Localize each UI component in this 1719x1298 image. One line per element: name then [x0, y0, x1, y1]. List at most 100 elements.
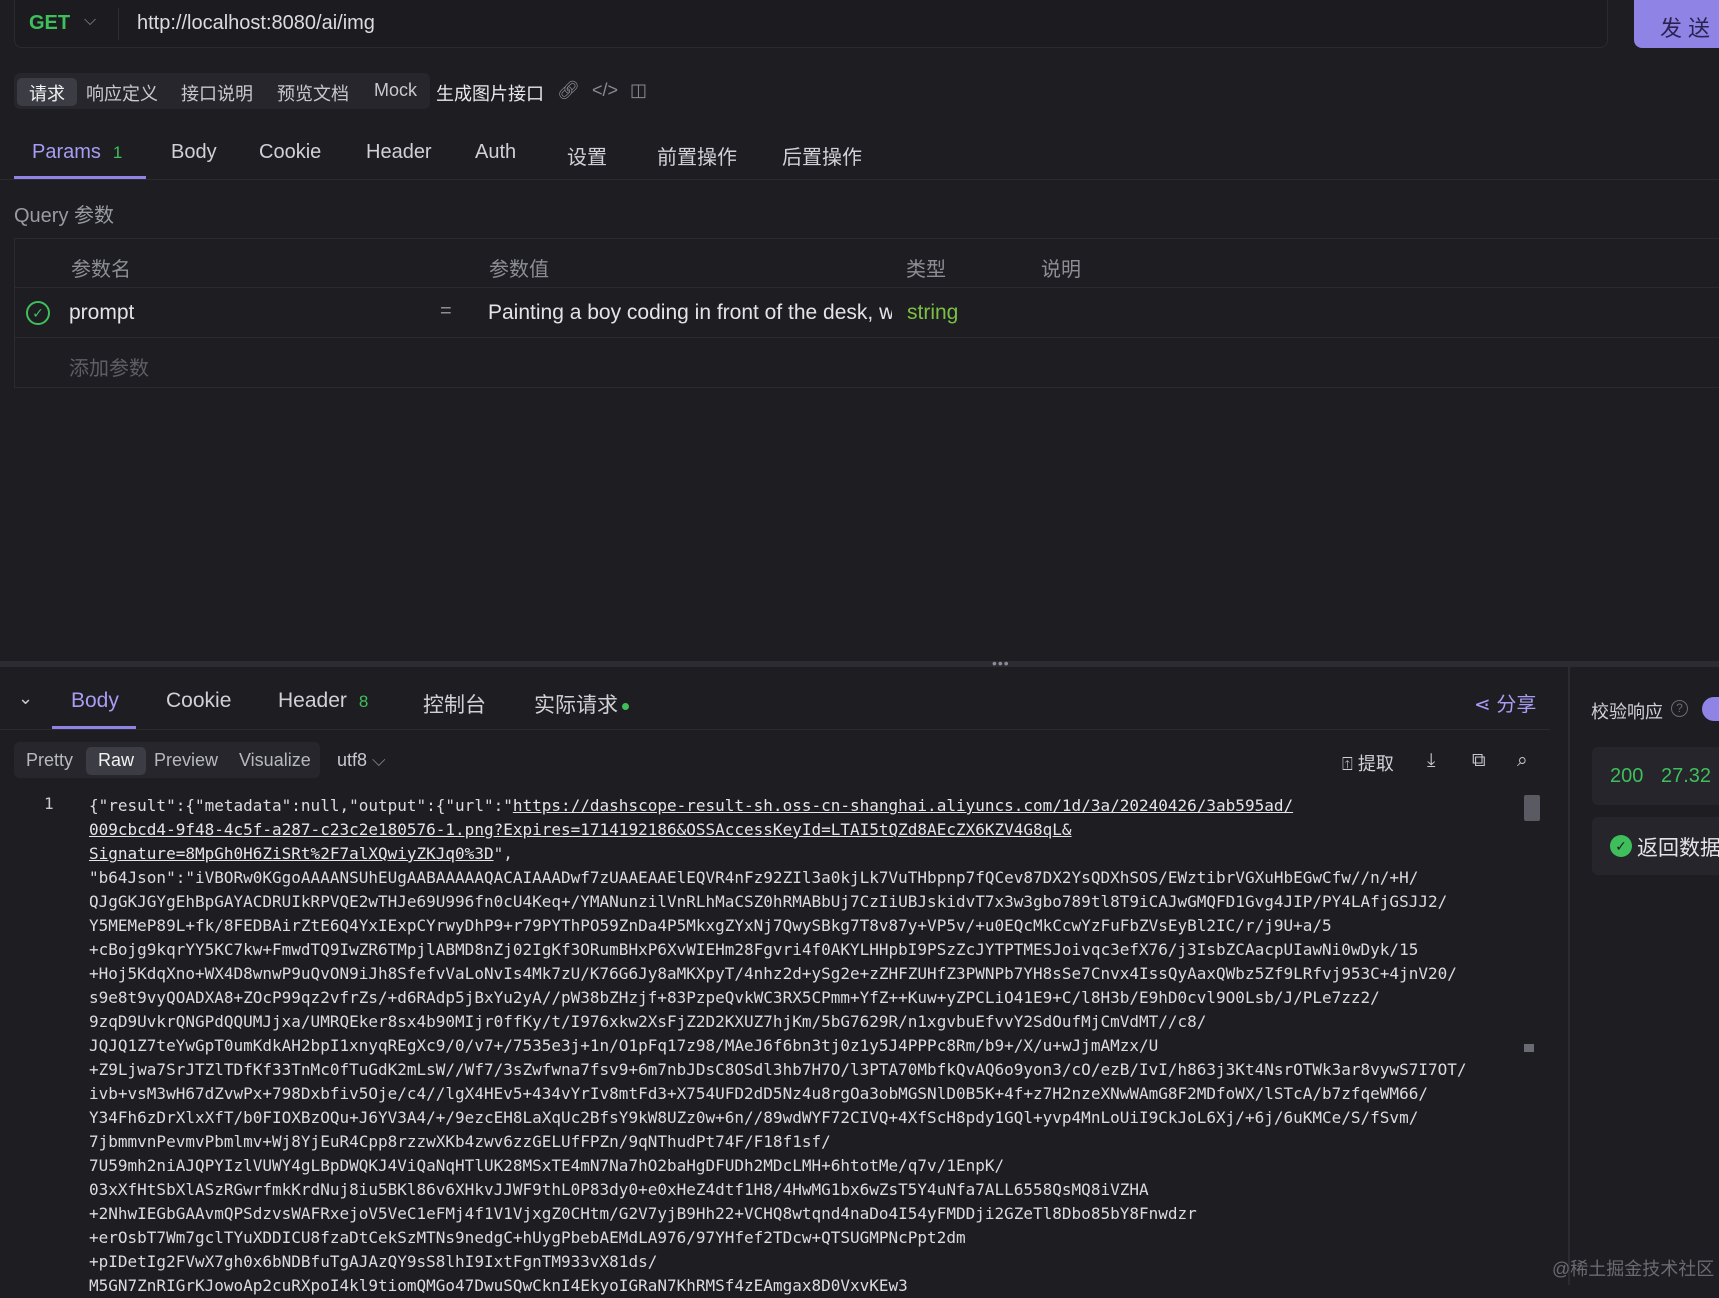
code-line: 7U59mh2niAJQPYIzlVUWY4gLBpDWQKJ4ViQaNqHT…	[89, 1156, 1005, 1175]
scrollbar-marker	[1524, 1044, 1534, 1052]
send-button[interactable]: 发送	[1634, 0, 1719, 48]
drag-handle-icon[interactable]: •••	[992, 655, 1010, 671]
header-count: 8	[358, 692, 369, 711]
code-line: Signature=8MpGh0H6ZiSRt%2F7alXQwiyZKJq0%…	[89, 844, 513, 863]
tab-label: Params	[32, 141, 101, 163]
tab-settings[interactable]: 设置	[567, 141, 607, 170]
tab-api-description[interactable]: 接口说明	[169, 78, 265, 106]
format-visualize[interactable]: Visualize	[227, 747, 323, 775]
tab-console[interactable]: 控制台	[423, 689, 486, 719]
divider	[0, 179, 1719, 180]
verify-toggle[interactable]	[1702, 697, 1719, 721]
add-param-row	[14, 338, 1719, 388]
code-line: 009cbcd4-9f48-4c5f-a287-c23c2e180576-1.p…	[89, 820, 1072, 839]
add-param-input[interactable]: 添加参数	[69, 352, 149, 381]
url-input[interactable]: http://localhost:8080/ai/img	[137, 12, 375, 35]
code-line: +Z9Ljwa7SrJTZlTDfKf33TnMc0fTuGdK2mLsW//W…	[89, 1060, 1467, 1079]
tab-body[interactable]: Body	[171, 141, 217, 164]
code-line: +pIDetIg2FVwX7gh0x6bNDBfuTgAJAzQY9sS8lhI…	[89, 1252, 658, 1271]
tab-request[interactable]: 请求	[17, 78, 77, 106]
divider	[0, 729, 1550, 730]
code-line: M5GN7ZnRIGrKJowoAp2cuRXpoI4kl9tiomQMGo47…	[89, 1276, 908, 1295]
format-pretty[interactable]: Pretty	[14, 747, 85, 775]
tab-header[interactable]: Header	[366, 141, 432, 164]
encoding-select[interactable]: utf8 ⌵	[337, 750, 386, 771]
divider	[1568, 667, 1570, 1285]
link-icon[interactable]: 🔗︎	[557, 80, 580, 101]
extract-label: 提取	[1357, 754, 1394, 774]
method-select[interactable]: GET	[29, 12, 70, 35]
code-line: 7jbmmvnPevmvPbmlmv+Wj8YjEuR4Cpp8rzzwXKb4…	[89, 1132, 831, 1151]
tab-response-header[interactable]: Header 8	[278, 689, 368, 713]
chevron-down-icon: ⌵	[372, 750, 386, 770]
tab-params[interactable]: Params 1	[32, 141, 122, 164]
scrollbar-thumb[interactable]	[1524, 795, 1540, 821]
extract-icon: ⍐	[1342, 754, 1353, 774]
copy-icon[interactable]: ⧉	[1472, 750, 1486, 772]
column-header-type: 类型	[906, 259, 946, 281]
param-type-select[interactable]: string	[907, 301, 958, 325]
extract-button[interactable]: ⍐ 提取	[1342, 750, 1394, 776]
pane-splitter[interactable]	[0, 661, 1719, 667]
code-line: Y5MEMeP89L+fk/8FEDBAirZtE6Q4YxIExpCYrwyD…	[89, 916, 1332, 935]
search-icon[interactable]: ⌕	[1517, 750, 1528, 772]
verify-response-label: 校验响应	[1591, 702, 1663, 722]
line-number: 1	[44, 794, 54, 813]
column-header-description: 说明	[1041, 259, 1081, 281]
help-icon[interactable]: ?	[1671, 700, 1688, 717]
code-line: 9zqD9UvkrQNGPdQQUMJjxa/UMRQEker8sx4b90MI…	[89, 1012, 1207, 1031]
active-tab-indicator	[52, 726, 136, 729]
code-line: Y34Fh6zDrXlxXfT/b0FIOXBzOQu+J6YV3A4/+/9e…	[89, 1108, 1419, 1127]
status-dot	[622, 702, 629, 710]
chevron-down-icon[interactable]: ⌵	[84, 12, 96, 30]
share-label: 分享	[1496, 694, 1537, 716]
tab-actual-request[interactable]: 实际请求	[534, 689, 629, 719]
format-raw[interactable]: Raw	[86, 747, 147, 775]
tab-response-body[interactable]: Body	[71, 689, 119, 713]
tab-mock[interactable]: Mock	[362, 78, 429, 106]
check-icon[interactable]: ✓	[26, 301, 50, 325]
panel-icon[interactable]: ◫	[630, 80, 647, 101]
tab-response-cookie[interactable]: Cookie	[166, 689, 231, 713]
code-line: 03xXfHtSbXlASzRGwrfmkKrdNuj8iu5BKl86v6XH…	[89, 1180, 1149, 1199]
code-icon[interactable]: </>	[592, 80, 618, 101]
response-time: 27.32	[1661, 765, 1712, 787]
query-params-label: Query 参数	[14, 205, 115, 227]
tab-cookie[interactable]: Cookie	[259, 141, 321, 164]
code-line: ivb+vsM3wH67dZvwPx+798Dxbfiv5Oje/c4//lgX…	[89, 1084, 1428, 1103]
watermark: @稀土掘金技术社区	[1552, 1259, 1715, 1279]
code-line: s9e8t9vyQOADXA8+ZOcP99qz2vfrZs/+d6RAdp5j…	[89, 988, 1380, 1007]
status-code: 200	[1610, 765, 1644, 787]
divider	[14, 238, 15, 388]
active-tab-indicator	[14, 176, 146, 179]
param-name-input[interactable]: prompt	[69, 301, 134, 325]
share-button[interactable]: ⋖ 分享	[1474, 688, 1536, 717]
tab-preview-doc[interactable]: 预览文档	[265, 78, 361, 106]
column-header-value: 参数值	[489, 259, 549, 281]
tab-post-script[interactable]: 后置操作	[782, 141, 862, 170]
params-count: 1	[112, 143, 123, 162]
scrollbar[interactable]	[1522, 793, 1542, 1285]
format-preview[interactable]: Preview	[142, 747, 230, 775]
share-icon: ⋖	[1474, 694, 1491, 716]
code-line: +cBojg9kqrYY5KC7kw+FmwdTQ9IwZR6TMpjlABMD…	[89, 940, 1419, 959]
code-line: +erOsbT7Wm7gclTYuXDDICU8fzaDtCekSzMTNs9n…	[89, 1228, 966, 1247]
params-header-row	[14, 238, 1719, 288]
param-value-input[interactable]: Painting a boy coding in front of the de…	[488, 301, 892, 325]
collapse-icon[interactable]: ⌄	[18, 688, 33, 709]
code-line: +Hoj5KdqXno+WX4D8wnwP9uQvON9iJh8SfefvVaL…	[89, 964, 1457, 983]
return-data-label: 返回数据	[1637, 837, 1719, 860]
api-name[interactable]: 生成图片接口	[436, 80, 544, 106]
divider	[118, 8, 119, 40]
code-line: JQJQ1Z7teYwGpT0umKdkAH2bpI1xnyqREgXc9/0/…	[89, 1036, 1159, 1055]
tab-response-definition[interactable]: 响应定义	[74, 78, 170, 106]
column-header-name: 参数名	[71, 259, 131, 281]
equals-sign: =	[440, 300, 452, 322]
tab-label: Header	[278, 689, 347, 712]
response-code[interactable]: {"result":{"metadata":null,"output":{"ur…	[89, 794, 1467, 1298]
code-line: "b64Json":"iVBORw0KGgoAAAANSUhEUgAABAAAA…	[89, 868, 1419, 887]
tab-pre-script[interactable]: 前置操作	[657, 141, 737, 170]
encoding-value: utf8	[337, 750, 368, 770]
download-icon[interactable]: ⤓	[1427, 750, 1435, 772]
tab-auth[interactable]: Auth	[475, 141, 516, 164]
